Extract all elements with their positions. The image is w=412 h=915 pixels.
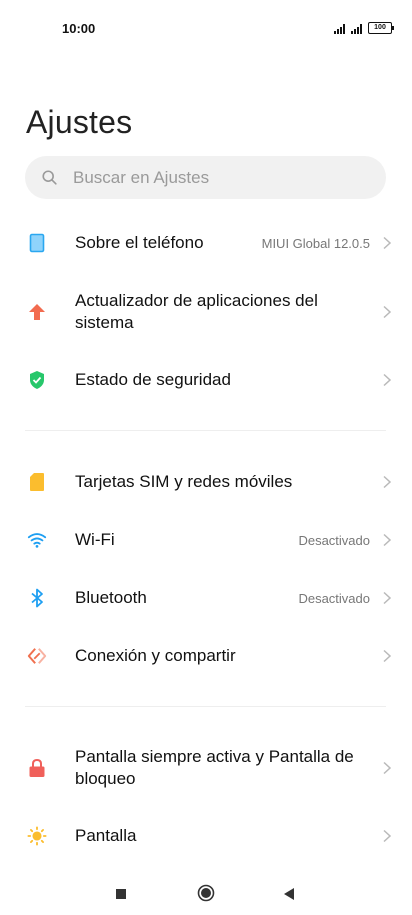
- settings-item-value: Desactivado: [298, 590, 370, 606]
- arrow-up-icon: [27, 302, 47, 322]
- settings-item-always-on-lock-screen[interactable]: Pantalla siempre activa y Pantalla de bl…: [0, 746, 412, 790]
- settings-item-label: Estado de seguridad: [75, 370, 231, 389]
- phone-icon: [27, 233, 47, 253]
- home-button[interactable]: [197, 884, 215, 902]
- settings-item-label: Actualizador de aplicaciones del sistema: [75, 291, 318, 332]
- settings-item-display[interactable]: Pantalla: [0, 825, 412, 847]
- settings-item-app-updater[interactable]: Actualizador de aplicaciones del sistema: [0, 290, 412, 334]
- connection-icon: [27, 646, 47, 666]
- settings-item-value: Desactivado: [298, 532, 370, 548]
- chevron-right-icon: [383, 373, 392, 387]
- battery-icon: 100: [368, 22, 394, 34]
- chevron-right-icon: [383, 761, 392, 775]
- settings-item-about-phone[interactable]: Sobre el teléfono MIUI Global 12.0.5: [0, 232, 412, 254]
- settings-item-value: MIUI Global 12.0.5: [261, 235, 370, 251]
- settings-item-label: Bluetooth: [75, 588, 147, 607]
- search-bar[interactable]: [25, 156, 386, 199]
- settings-item-label: Pantalla siempre activa y Pantalla de bl…: [75, 747, 354, 788]
- section-divider: [25, 430, 386, 431]
- settings-item-bluetooth[interactable]: Bluetooth Desactivado: [0, 587, 412, 609]
- settings-item-wifi[interactable]: Wi-Fi Desactivado: [0, 529, 412, 551]
- sim-card-icon: [27, 472, 47, 492]
- navigation-bar: [0, 875, 412, 915]
- chevron-right-icon: [383, 829, 392, 843]
- search-input[interactable]: [71, 166, 365, 189]
- settings-item-connection-sharing[interactable]: Conexión y compartir: [0, 645, 412, 667]
- lock-icon: [27, 758, 47, 778]
- sun-icon: [27, 826, 47, 846]
- chevron-right-icon: [383, 533, 392, 547]
- shield-icon: [27, 370, 47, 390]
- search-icon: [42, 169, 57, 185]
- status-icons: 100: [334, 22, 394, 34]
- settings-item-label: Sobre el teléfono: [75, 233, 204, 252]
- bluetooth-icon: [27, 588, 47, 608]
- signal-icon-2: [351, 24, 362, 34]
- chevron-right-icon: [383, 591, 392, 605]
- settings-item-sim-cards[interactable]: Tarjetas SIM y redes móviles: [0, 471, 412, 493]
- recents-button[interactable]: [115, 888, 127, 900]
- settings-item-label: Tarjetas SIM y redes móviles: [75, 472, 293, 491]
- signal-icon: [334, 24, 345, 34]
- settings-item-label: Conexión y compartir: [75, 646, 236, 665]
- status-time: 10:00: [62, 21, 96, 36]
- page-title: Ajustes: [26, 104, 133, 140]
- chevron-right-icon: [383, 475, 392, 489]
- settings-item-label: Wi-Fi: [75, 530, 115, 549]
- wifi-icon: [27, 530, 47, 550]
- chevron-right-icon: [383, 236, 392, 250]
- section-divider: [25, 706, 386, 707]
- settings-item-label: Pantalla: [75, 826, 137, 845]
- chevron-right-icon: [383, 649, 392, 663]
- settings-item-security-status[interactable]: Estado de seguridad: [0, 369, 412, 391]
- status-bar: 10:00 100: [0, 0, 412, 56]
- back-button[interactable]: [283, 887, 295, 901]
- chevron-right-icon: [383, 305, 392, 319]
